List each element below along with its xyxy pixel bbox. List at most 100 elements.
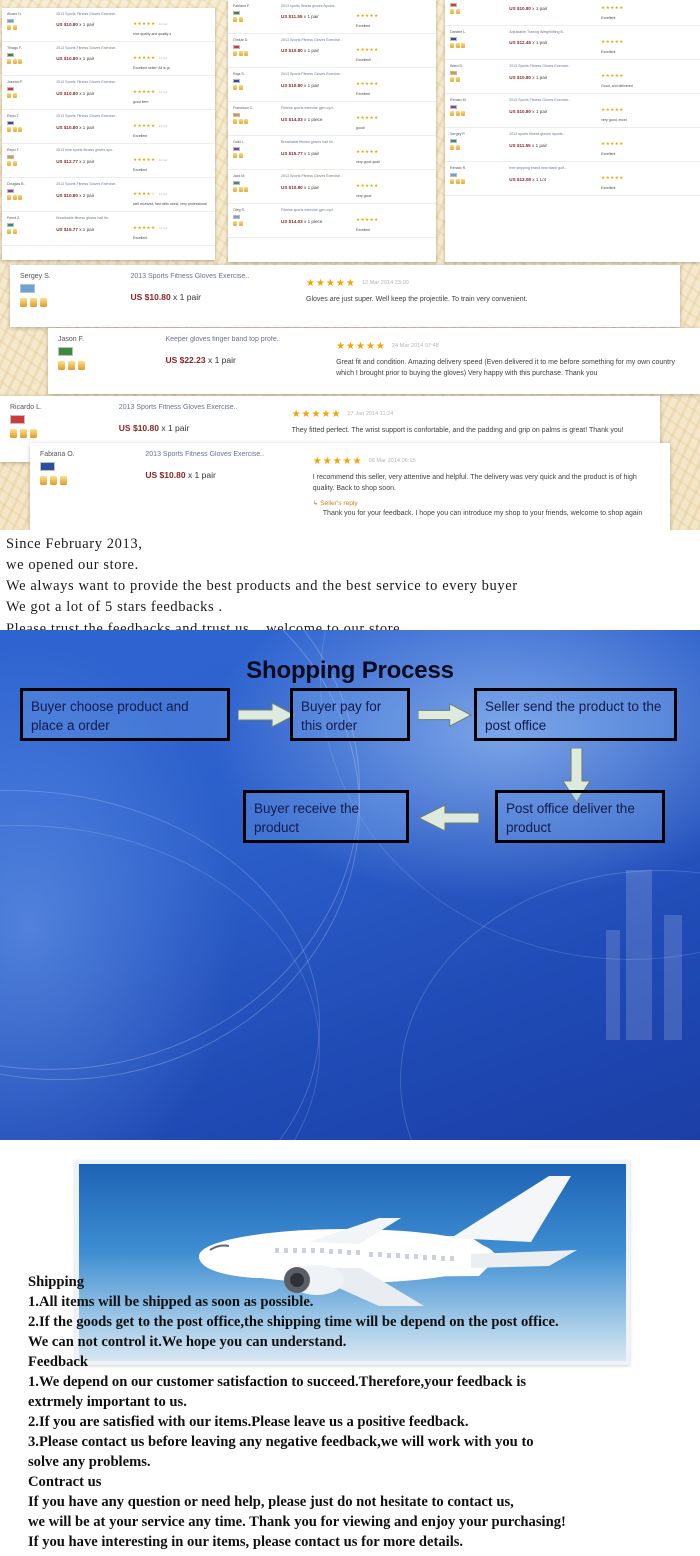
item-title-link[interactable]: Breathable fitness gloves half fin.. <box>281 140 353 145</box>
item-title-link[interactable]: free shipping brand new blank golf... <box>509 166 598 171</box>
item-title-link[interactable]: 2013 Sports Fitness Gloves Exercise .. <box>509 0 598 1</box>
feedback-time: 14 Apr <box>158 124 168 129</box>
feedback-rating: ★★★★★ 13 Apr Excellent <box>130 216 212 241</box>
star-rating-icon: ★★★★★ <box>356 81 379 87</box>
item-title-link[interactable]: 2013 Sports Fitness Gloves Exercise.. <box>131 273 307 280</box>
item-title-link[interactable]: 2013 Sports Fitness Gloves Exercise.. <box>281 72 353 77</box>
item-title-link[interactable]: Adjustable Traning Weightlifting B.. <box>509 30 598 35</box>
country-flag-icon <box>233 78 240 84</box>
feedback-item: Breathable fitness gloves half fin.. US $… <box>281 140 353 155</box>
feedback-panel-right: Leonardo T.2013 Sports Fitness Gloves Ex… <box>445 0 700 262</box>
feedback-row[interactable]: Joseba P. 2013 Sports Fitness Gloves Exer… <box>2 76 215 111</box>
feedback-rating: ★★★★★ 27 Jan 2014 11:24 They fitted perfec… <box>292 404 650 438</box>
feedback-rating: ★★★★★ Excellent <box>353 4 433 29</box>
item-title-link[interactable]: 2013 Sports Fitness Gloves Exercise.. <box>509 64 598 69</box>
item-title-link[interactable]: 2013 Sports Fitness Gloves Exercise.. <box>119 404 292 411</box>
star-rating-icon: ★★★★★ <box>601 107 624 113</box>
star-rating-icon: ★★★★★ <box>356 217 379 223</box>
item-title-link[interactable]: Fitness sports exercise gym cycl.. <box>281 208 353 213</box>
feedback-row[interactable]: Douglas B. 2013 Sports Fitness Gloves Exe… <box>2 178 215 213</box>
feedback-item: 2013 Sports Fitness Gloves Exercise.. US … <box>56 12 130 27</box>
feedback-row[interactable]: Gabi L. Breathable fitness gloves half fi… <box>228 136 436 171</box>
feedback-row[interactable]: Jack M. 2013 Sports Fitness Gloves Exerci… <box>228 170 436 205</box>
feedback-time: 08 Mar 2014 06:15 <box>368 458 416 464</box>
feedback-row[interactable]: Fermi Z. Breathable fitness gloves half f… <box>2 212 215 247</box>
feedback-row[interactable]: Renato M. 2013 Sports Fitness Gloves Exer… <box>445 94 700 129</box>
star-rating-icon: ★★★★★ <box>132 55 156 61</box>
buyer-name: Oleg S. <box>233 208 245 213</box>
item-title-link[interactable]: 2013 Sports Fitness Gloves Exercise.. <box>56 182 130 187</box>
intro-line: we opened our store. <box>6 557 139 574</box>
feedback-item: Breathable fitness gloves half fin.. US $… <box>56 216 130 231</box>
big-feedback-row[interactable]: Sergey S. 2013 Sports Fitness Gloves Exer… <box>10 265 680 317</box>
seller-medals-icon <box>233 51 279 57</box>
feedback-comment: nice quality and quality s <box>132 32 172 36</box>
policy-line: Feedback <box>28 1353 88 1370</box>
feedback-comment: Excellent <box>356 24 371 28</box>
feedback-row[interactable]: Oleg S. Fitness sports exercise gym cycl.… <box>228 204 436 239</box>
buyer-name: Omkar D. <box>233 38 249 43</box>
feedback-time: 14 Apr <box>158 22 168 26</box>
item-title-link[interactable]: 2013 Sports Fitness Gloves Exercise.. <box>509 98 598 103</box>
feedback-row[interactable]: Omkar D. 2013 Sports Fitness Gloves Exerc… <box>228 34 436 69</box>
rating-line: ★★★★★ 13 Apr <box>133 46 212 64</box>
item-title-link[interactable]: 2013 Sports Fitness Gloves Exercise.. <box>145 451 312 458</box>
feedback-item: Keeper gloves finger band top profe.. US … <box>165 336 336 379</box>
feedback-row[interactable]: Daniele L. Adjustable Traning Weightlifti… <box>445 26 700 61</box>
big-feedback-row[interactable]: Fabiana O. 2013 Sports Fitness Gloves Exe… <box>30 443 670 530</box>
process-title: Shopping Process <box>246 657 454 684</box>
feedback-item: 2013 Sports Fitness Gloves Exercise.. US … <box>56 114 130 129</box>
item-title-link[interactable]: 2013 Sports Fitness Gloves Exercise.. <box>56 114 130 119</box>
item-title-link[interactable]: Breathable fitness gloves half fin.. <box>56 216 130 221</box>
feedback-row[interactable]: Raja S. 2013 Sports Fitness Gloves Exerci… <box>228 68 436 103</box>
star-rating-icon: ★★★★★ <box>356 149 379 155</box>
country-flag-icon <box>7 86 14 92</box>
item-price: US $12.77 x 1 pair <box>56 158 95 164</box>
buyer-name: Fermi Z. <box>7 216 21 221</box>
feedback-screenshot-collage: Alvaro H. 2013 Sports Fitness Gloves Exer… <box>0 0 700 530</box>
item-title-link[interactable]: 2013 Sports Fitness Gloves Exercise.. <box>56 12 130 17</box>
big-feedback-row[interactable]: Ricardo L. 2013 Sports Fitness Gloves Exe… <box>0 396 660 448</box>
item-title-link[interactable]: 2013 sports fitness gloves /sports.. <box>281 4 353 9</box>
country-flag-icon <box>7 188 14 194</box>
buyer-name: Ricardo L. <box>10 404 42 411</box>
buyer-name: Renato R. <box>450 166 467 171</box>
feedback-row[interactable]: Alvaro H. 2013 Sports Fitness Gloves Exer… <box>2 8 215 43</box>
feedback-row[interactable]: Francisco C. Fitness sports exercise gym … <box>228 102 436 137</box>
feedback-row[interactable]: Leonardo T.2013 Sports Fitness Gloves Ex… <box>445 0 700 27</box>
buyer-name: Repu T. <box>7 114 20 119</box>
item-title-link[interactable]: 2013 Sports Fitness Gloves Exercise.. <box>281 38 353 43</box>
feedback-row[interactable]: Repu T. 2013 new sports fitness gloves sp… <box>2 144 215 179</box>
star-rating-icon: ★★★★★ <box>601 73 624 79</box>
item-title-link[interactable]: 2013 new sports fitness gloves spo.. <box>56 148 130 153</box>
feedback-row[interactable]: Fabiano F. 2013 sports fitness gloves /sp… <box>228 0 436 35</box>
item-title-link[interactable]: Keeper gloves finger band top profe.. <box>165 336 336 343</box>
buyer-name: Fabiano F. <box>233 4 250 8</box>
feedback-rating: ★★★★★ very good quali <box>353 140 433 165</box>
feedback-item: 2013 Sports Fitness Gloves Exercise.. US … <box>119 404 292 438</box>
item-title-link[interactable]: 2013 Sports Fitness Gloves Exercise.. <box>56 46 130 51</box>
item-title-link[interactable]: 2013 Sports Fitness Gloves Exercise.. <box>281 174 353 179</box>
feedback-item: 2013 Sports Fitness Gloves Exercise.. US … <box>281 72 353 87</box>
feedback-row[interactable]: Sergey P. 2013 sports fitness gloves /spo… <box>445 128 700 163</box>
star-rating-icon: ★★★★★ <box>132 21 156 26</box>
process-box-label: Post office deliver the product <box>506 801 635 836</box>
country-flag-icon <box>40 462 55 471</box>
feedback-row[interactable]: Ward D. 2013 Sports Fitness Gloves Exerci… <box>445 60 700 95</box>
feedback-rating: ★★★★★ 13 Apr good item <box>130 80 212 105</box>
rating-line: ★★★★★ 12 Mar 2014 23:00 <box>306 273 670 291</box>
intro-line: We always want to provide the best produ… <box>6 578 518 595</box>
feedback-row[interactable]: Repu T. 2013 Sports Fitness Gloves Exerci… <box>2 110 215 145</box>
feedback-comment: Excellent <box>356 228 371 233</box>
item-price: US $11.55 x 1 pair <box>281 14 319 20</box>
item-title-link[interactable]: Fitness sports exercise gym cycl.. <box>281 106 353 111</box>
country-flag-icon <box>233 180 240 186</box>
item-title-link[interactable]: 2013 sports fitness gloves /sports.. <box>509 132 598 137</box>
seller-medals-icon <box>450 145 507 151</box>
item-title-link[interactable]: 2013 Sports Fitness Gloves Exercise.. <box>56 80 130 85</box>
star-rating-icon: ★★★★★ <box>132 89 156 95</box>
feedback-row[interactable]: Thiago F. 2013 Sports Fitness Gloves Exer… <box>2 42 215 77</box>
feedback-row[interactable]: Renato R. free shipping brand new blank g… <box>445 162 700 197</box>
big-feedback-row[interactable]: Jason F. Keeper gloves finger band top pr… <box>48 328 700 389</box>
store-intro-text: Since February 2013, we opened our store… <box>0 530 700 637</box>
